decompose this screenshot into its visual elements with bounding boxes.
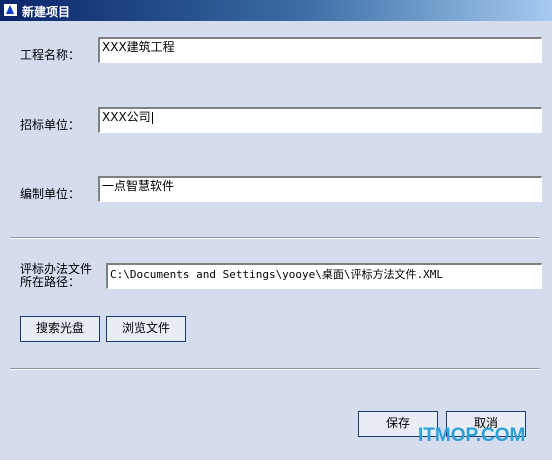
title-bar: 新建项目	[0, 0, 552, 21]
compiling-unit-input[interactable]: 一点智慧软件	[98, 176, 542, 202]
browse-file-button[interactable]: 浏览文件	[106, 316, 186, 342]
divider-top	[10, 237, 540, 239]
window-title: 新建项目	[22, 5, 71, 19]
tendering-unit-value: XXX公司	[102, 110, 151, 124]
eval-path-input[interactable]: C:\Documents and Settings\yooye\桌面\评标方法文…	[106, 263, 542, 289]
eval-path-label-line1: 评标办法文件	[20, 262, 93, 276]
divider-bottom	[10, 368, 540, 370]
text-cursor	[151, 111, 153, 124]
tendering-unit-label: 招标单位：	[20, 118, 81, 132]
project-name-label: 工程名称：	[20, 48, 81, 62]
watermark-logo: ITMOP.COM	[418, 425, 526, 446]
project-name-input[interactable]: XXX建筑工程	[98, 37, 542, 63]
tendering-unit-input[interactable]: XXX公司	[98, 107, 542, 133]
compiling-unit-label: 编制单位：	[20, 187, 81, 201]
eval-path-label-line2: 所在路径：	[20, 275, 81, 289]
eval-path-label: 评标办法文件 所在路径：	[20, 263, 92, 289]
app-icon	[3, 3, 18, 17]
search-disc-button[interactable]: 搜索光盘	[20, 316, 100, 342]
